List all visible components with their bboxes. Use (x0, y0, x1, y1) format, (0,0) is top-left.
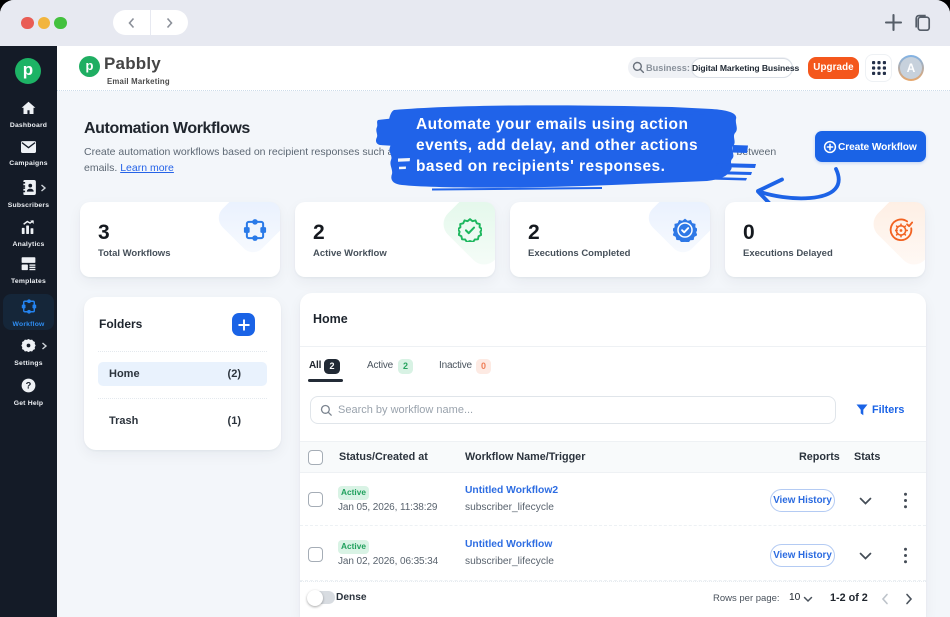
svg-text:?: ? (26, 380, 32, 390)
svg-text:based on recipients' responses: based on recipients' responses. (416, 158, 665, 175)
svg-text:events, add delay, and other a: events, add delay, and other actions (416, 137, 698, 154)
svg-text:Automate your emails using act: Automate your emails using action (416, 116, 688, 133)
